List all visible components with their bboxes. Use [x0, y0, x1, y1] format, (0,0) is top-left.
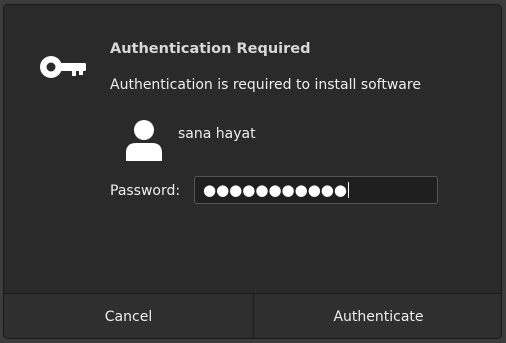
- key-icon: [40, 56, 86, 78]
- user-name: sana hayat: [178, 126, 256, 142]
- password-label: Password:: [110, 183, 181, 199]
- text-caret: [347, 182, 349, 198]
- cancel-button[interactable]: Cancel: [4, 294, 254, 338]
- desktop-background: Authentication Required Authentication i…: [0, 0, 506, 343]
- authenticate-button[interactable]: Authenticate: [254, 294, 501, 338]
- dialog-button-row: Cancel Authenticate: [4, 293, 501, 338]
- dialog-message: Authentication is required to install so…: [110, 77, 421, 93]
- authentication-dialog: Authentication Required Authentication i…: [3, 4, 502, 339]
- user-avatar-icon: [126, 120, 162, 161]
- password-field[interactable]: ●●●●●●●●●●●: [194, 176, 438, 204]
- dialog-title: Authentication Required: [110, 41, 311, 57]
- password-dots: ●●●●●●●●●●●: [203, 181, 347, 199]
